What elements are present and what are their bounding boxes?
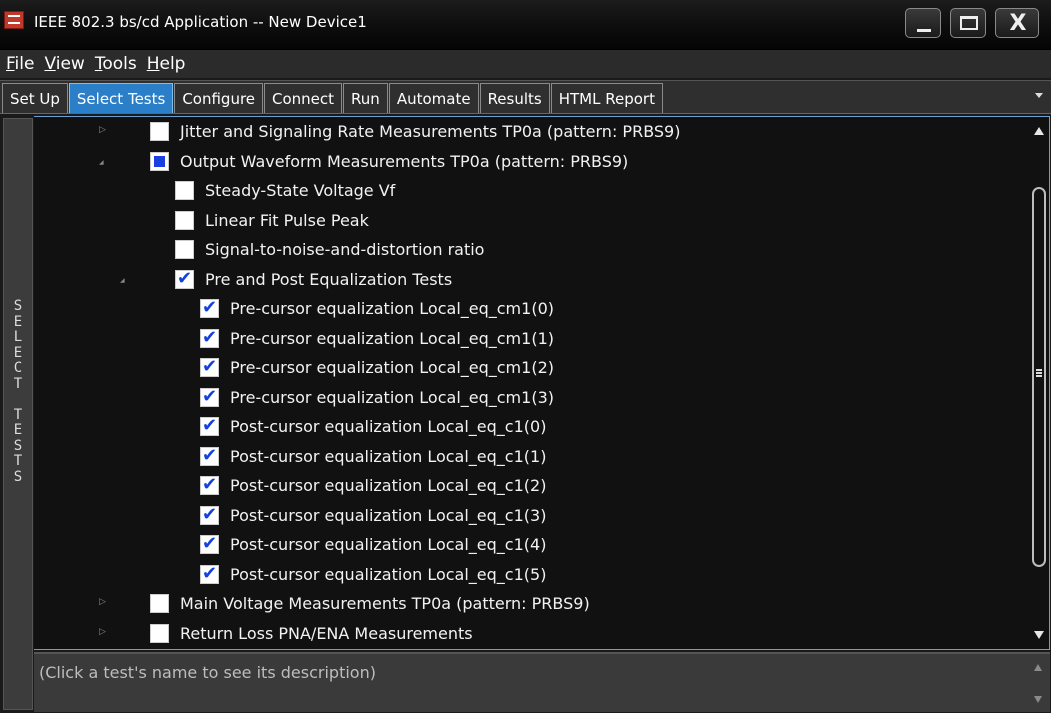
tree-item[interactable]: Signal-to-noise-and-distortion ratio <box>175 235 484 264</box>
tree-item[interactable]: Post-cursor equalization Local_eq_c1(2) <box>200 471 546 500</box>
tree-item[interactable]: Post-cursor equalization Local_eq_c1(1) <box>200 442 546 471</box>
test-label[interactable]: Post-cursor equalization Local_eq_c1(1) <box>230 447 546 466</box>
test-label[interactable]: Pre and Post Equalization Tests <box>205 270 452 289</box>
minimize-icon <box>917 29 931 32</box>
description-text: (Click a test's name to see its descript… <box>39 663 376 682</box>
tree-item[interactable]: ▷ Return Loss PNA/ENA Measurements <box>99 619 473 648</box>
collapse-arrow-icon[interactable]: ◢ <box>120 277 125 284</box>
test-label[interactable]: Pre-cursor equalization Local_eq_cm1(1) <box>230 329 554 348</box>
test-label[interactable]: Post-cursor equalization Local_eq_c1(4) <box>230 535 546 554</box>
menu-file[interactable]: File <box>6 54 34 74</box>
menu-tools[interactable]: Tools <box>95 54 137 74</box>
grip-icon <box>1036 369 1042 377</box>
test-checkbox[interactable] <box>175 181 194 200</box>
tab-automate[interactable]: Automate <box>388 83 479 113</box>
test-label[interactable]: Pre-cursor equalization Local_eq_cm1(3) <box>230 388 554 407</box>
tree-item[interactable]: Steady-State Voltage Vf <box>175 176 395 205</box>
expand-arrow-icon[interactable]: ▷ <box>99 597 106 607</box>
side-panel-strip[interactable]: S E L E C T T E S T S <box>3 118 33 710</box>
desc-scroll-up-icon[interactable] <box>1034 664 1042 671</box>
side-panel-label: S E L E C T T E S T S <box>13 298 23 485</box>
test-checkbox[interactable] <box>175 268 194 289</box>
test-label[interactable]: Pre-cursor equalization Local_eq_cm1(2) <box>230 358 554 377</box>
menu-view[interactable]: View <box>44 54 84 74</box>
test-label[interactable]: Pre-cursor equalization Local_eq_cm1(0) <box>230 299 554 318</box>
test-checkbox[interactable] <box>200 415 219 436</box>
scroll-up-arrow-icon[interactable] <box>1034 127 1044 135</box>
expand-arrow-icon[interactable]: ▷ <box>99 627 106 637</box>
test-checkbox[interactable] <box>200 563 219 584</box>
test-label[interactable]: Jitter and Signaling Rate Measurements T… <box>180 122 680 141</box>
maximize-button[interactable] <box>950 8 986 38</box>
tab-run[interactable]: Run <box>343 83 388 113</box>
test-checkbox[interactable] <box>200 327 219 348</box>
test-label[interactable]: Output Waveform Measurements TP0a (patte… <box>180 152 628 171</box>
tree-scrollbar[interactable] <box>1029 117 1049 649</box>
tree-item[interactable]: ◢ Pre and Post Equalization Tests <box>120 265 452 294</box>
tree-item[interactable]: Post-cursor equalization Local_eq_c1(0) <box>200 412 546 441</box>
expand-arrow-icon[interactable]: ▷ <box>99 125 106 135</box>
tree-item[interactable]: ▷ Main Voltage Measurements TP0a (pattern… <box>99 589 590 618</box>
tree-item[interactable]: Post-cursor equalization Local_eq_c1(3) <box>200 501 546 530</box>
tab-set-up[interactable]: Set Up <box>2 83 68 113</box>
menu-help[interactable]: Help <box>147 54 186 74</box>
test-label[interactable]: Post-cursor equalization Local_eq_c1(3) <box>230 506 546 525</box>
tree-item[interactable]: ◢ Output Waveform Measurements TP0a (patt… <box>99 147 628 176</box>
test-checkbox[interactable] <box>175 240 194 259</box>
test-checkbox[interactable] <box>200 533 219 554</box>
test-label[interactable]: Post-cursor equalization Local_eq_c1(5) <box>230 565 546 584</box>
test-checkbox[interactable] <box>150 151 169 171</box>
test-checkbox[interactable] <box>200 356 219 377</box>
tree-item[interactable]: Pre-cursor equalization Local_eq_cm1(2) <box>200 353 554 382</box>
scrollbar-thumb[interactable] <box>1032 187 1046 567</box>
close-button[interactable]: X <box>995 8 1039 38</box>
minimize-button[interactable] <box>905 8 941 38</box>
tree-item[interactable]: Pre-cursor equalization Local_eq_cm1(1) <box>200 324 554 353</box>
test-tree: ▷ Jitter and Signaling Rate Measurements … <box>34 116 1050 650</box>
description-panel: (Click a test's name to see its descript… <box>34 652 1050 712</box>
tab-select-tests[interactable]: Select Tests <box>68 83 174 113</box>
tab-configure[interactable]: Configure <box>174 83 264 113</box>
test-label[interactable]: Post-cursor equalization Local_eq_c1(0) <box>230 417 546 436</box>
test-label[interactable]: Main Voltage Measurements TP0a (pattern:… <box>180 594 590 613</box>
close-icon: X <box>1009 11 1027 36</box>
collapse-arrow-icon[interactable]: ◢ <box>99 159 104 166</box>
test-checkbox[interactable] <box>150 594 169 613</box>
test-checkbox[interactable] <box>200 297 219 318</box>
tab-results[interactable]: Results <box>479 83 550 113</box>
desc-scroll-down-icon[interactable] <box>1034 696 1042 703</box>
tab-connect[interactable]: Connect <box>264 83 343 113</box>
tree-item[interactable]: Pre-cursor equalization Local_eq_cm1(0) <box>200 294 554 323</box>
test-label[interactable]: Return Loss PNA/ENA Measurements <box>180 624 473 643</box>
test-checkbox[interactable] <box>150 122 169 141</box>
test-label[interactable]: Steady-State Voltage Vf <box>205 181 395 200</box>
test-label[interactable]: Signal-to-noise-and-distortion ratio <box>205 240 484 259</box>
tab-html-report[interactable]: HTML Report <box>550 83 663 113</box>
tree-item[interactable]: Pre-cursor equalization Local_eq_cm1(3) <box>200 383 554 412</box>
tree-item[interactable]: Post-cursor equalization Local_eq_c1(4) <box>200 530 546 559</box>
test-checkbox[interactable] <box>150 623 169 643</box>
app-logo-icon[interactable] <box>4 11 24 29</box>
tree-item[interactable]: Post-cursor equalization Local_eq_c1(5) <box>200 560 546 589</box>
scroll-down-arrow-icon[interactable] <box>1034 631 1044 639</box>
menu-bar: File View Tools Help <box>0 50 1051 78</box>
window-title: IEEE 802.3 bs/cd Application -- New Devi… <box>34 13 367 31</box>
test-checkbox[interactable] <box>200 445 219 466</box>
tree-item[interactable]: Linear Fit Pulse Peak <box>175 206 369 235</box>
test-checkbox[interactable] <box>200 386 219 407</box>
title-bar: IEEE 802.3 bs/cd Application -- New Devi… <box>0 0 1051 50</box>
maximize-icon <box>960 16 978 30</box>
tab-overflow-chevron-down-icon[interactable] <box>1035 93 1043 98</box>
tree-item[interactable]: ▷ Jitter and Signaling Rate Measurements … <box>99 117 680 146</box>
test-label[interactable]: Linear Fit Pulse Peak <box>205 211 369 230</box>
test-label[interactable]: Post-cursor equalization Local_eq_c1(2) <box>230 476 546 495</box>
tab-bar: Set Up Select Tests Configure Connect Run Aut… <box>0 80 1051 114</box>
test-checkbox[interactable] <box>200 504 219 525</box>
test-checkbox[interactable] <box>175 210 194 230</box>
test-checkbox[interactable] <box>200 474 219 495</box>
